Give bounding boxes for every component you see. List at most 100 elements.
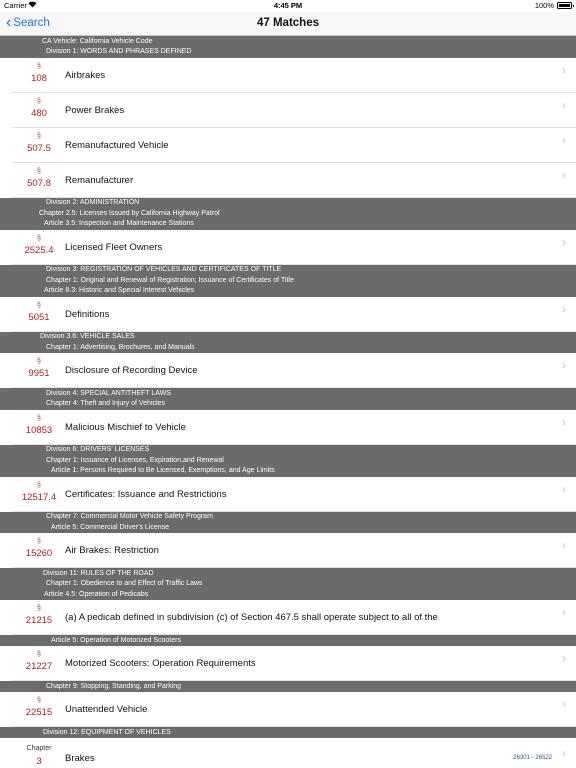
row-separator — [12, 196, 576, 198]
section-row[interactable]: § 507.5 Remanufactured Vehicle › — [0, 127, 576, 163]
section-header-line: Division 2: ADMINISTRATION — [46, 199, 140, 206]
section-header-line: CA Vehicle: California Vehicle Code — [42, 37, 153, 45]
section-header: Chapter 7: Commercial Motor Vehicle Safe… — [0, 511, 576, 533]
chapter-number: 3 — [36, 756, 42, 767]
section-title: Airbrakes — [65, 69, 106, 81]
section-header: Division 12: EQUIPMENT OF VEHICLES — [0, 727, 576, 738]
row-separator — [12, 263, 576, 265]
chapter-title: Brakes — [65, 753, 95, 764]
results-list[interactable]: CA Vehicle: California Vehicle Code Divis… — [0, 36, 576, 768]
row-separator — [12, 330, 576, 332]
section-header-line: Division 1: WORDS AND PHRASES DEFINED — [46, 48, 192, 55]
section-title: Remanufacturer — [65, 174, 134, 186]
section-header-line: Chapter 2.5: Licenses Issued by Californ… — [39, 209, 220, 217]
section-number: 10853 — [25, 424, 53, 436]
section-row[interactable]: § 108 Airbrakes › — [0, 57, 576, 93]
section-range: 26301 - 26522 — [513, 755, 552, 761]
navigation-bar: ‹ Search 47 Matches — [0, 12, 576, 36]
section-row[interactable]: § 9951 Disclosure of Recording Device › — [0, 353, 576, 388]
battery-icon — [557, 2, 574, 9]
section-number: 15260 — [25, 548, 53, 559]
section-number: 21227 — [25, 661, 53, 672]
section-row[interactable]: § 21215 (a) A pedicab defined in subdivisi… — [0, 600, 576, 635]
section-header-line: Article 5: Operation of Motorized Scoote… — [51, 636, 181, 644]
section-symbol-icon: § — [37, 651, 41, 658]
section-title: Malicious Mischief to Vehicle — [65, 421, 186, 433]
section-header-line: Division 4: SPECIAL ANTITHEFT LAWS — [46, 389, 171, 397]
row-separator — [12, 567, 576, 568]
section-header: Article 5: Operation of Motorized Scoote… — [0, 635, 576, 646]
chevron-right-icon: › — [562, 358, 566, 372]
section-header: Division 6: DRIVERS' LICENSES Chapter 1: … — [0, 444, 576, 477]
section-title: Licensed Fleet Owners — [65, 241, 163, 253]
chapter-caption: Chapter — [26, 745, 52, 752]
row-separator — [12, 680, 576, 681]
chevron-right-icon: › — [562, 538, 566, 552]
section-header-line: Division 3.6: VEHICLE SALES — [40, 333, 135, 340]
section-number: 2525.4 — [24, 244, 54, 256]
section-symbol-icon: § — [37, 167, 41, 175]
section-row[interactable]: § 21227 Motorized Scooters: Operation Requ… — [0, 646, 576, 681]
chevron-right-icon: › — [562, 62, 566, 77]
section-number: 5051 — [28, 311, 50, 323]
section-row[interactable]: § 12517.4 Certificates: Issuance and Restr… — [0, 476, 576, 512]
section-header-line: Article 1: Persons Required to Be Licens… — [51, 467, 275, 474]
section-symbol-icon: § — [37, 481, 41, 489]
section-symbol-icon: § — [37, 301, 41, 309]
section-header: CA Vehicle: California Vehicle Code Divis… — [0, 36, 576, 58]
section-symbol-icon: § — [37, 697, 41, 704]
chevron-right-icon: › — [562, 746, 566, 760]
section-header-line: Chapter 1: Advertising, Brochures, and M… — [46, 343, 195, 351]
section-symbol-icon: § — [37, 234, 41, 242]
section-symbol-icon: § — [37, 97, 41, 105]
section-number: 12517.4 — [21, 491, 57, 503]
section-symbol-icon: § — [37, 132, 41, 140]
section-header-line: Chapter 1: Issuance of Licenses, Expirat… — [46, 456, 224, 464]
section-title: Motorized Scooters: Operation Requiremen… — [65, 658, 256, 669]
section-header-line: Division 3: REGISTRATION OF VEHICLES AND… — [46, 266, 282, 273]
section-row[interactable]: § 480 Power Brakes › — [0, 92, 576, 128]
section-title: Air Brakes: Restriction — [65, 545, 159, 556]
row-separator — [12, 634, 576, 635]
section-title: Definitions — [65, 308, 110, 320]
section-row[interactable]: § 5051 Definitions › — [0, 296, 576, 332]
section-title: Disclosure of Recording Device — [65, 365, 198, 376]
section-title: Certificates: Issuance and Restrictions — [65, 488, 227, 500]
chevron-right-icon: › — [562, 132, 566, 147]
section-header: Division 4: SPECIAL ANTITHEFT LAWS Chapte… — [0, 388, 576, 410]
section-header-line: Division 6: DRIVERS' LICENSES — [46, 446, 150, 453]
section-header-line: Chapter 1: Obedience to and Effect of Tr… — [46, 580, 203, 587]
section-symbol-icon: § — [37, 414, 41, 422]
section-symbol-icon: § — [37, 605, 41, 612]
chevron-right-icon: › — [562, 651, 566, 665]
section-number: 480 — [31, 107, 47, 119]
chevron-right-icon: › — [562, 234, 566, 249]
section-row[interactable]: § 15260 Air Brakes: Restriction › — [0, 533, 576, 568]
section-row[interactable]: § 507.8 Remanufacturer › — [0, 162, 576, 198]
section-row[interactable]: § 10853 Malicious Mischief to Vehicle › — [0, 409, 576, 445]
row-separator — [12, 510, 576, 512]
section-symbol-icon: § — [37, 538, 41, 545]
section-header: Chapter 9: Stopping, Standing, and Parki… — [0, 681, 576, 692]
status-time: 4:45 PM — [273, 1, 303, 10]
chapter-row[interactable]: Chapter 3 Brakes 26301 - 26522 › — [0, 738, 576, 768]
section-header: Division 3.6: VEHICLE SALES Chapter 1: Ad… — [0, 331, 576, 353]
section-number: 21215 — [25, 615, 53, 626]
section-header-line: Division 11: RULES OF THE ROAD — [43, 569, 154, 577]
row-separator — [12, 443, 576, 445]
battery-percent: 100% — [534, 1, 554, 10]
chevron-right-icon: › — [562, 605, 566, 619]
section-header-line: Article 5: Commercial Driver's License — [51, 523, 170, 531]
section-header-line: Chapter 7: Commercial Motor Vehicle Safe… — [46, 513, 213, 520]
section-number: 108 — [31, 72, 47, 84]
page-title: 47 Matches — [256, 17, 319, 29]
section-row[interactable]: § 22515 Unattended Vehicle › — [0, 692, 576, 727]
section-header-line: Article 8.3: Historic and Special Intere… — [44, 287, 195, 294]
section-header: Division 11: RULES OF THE ROAD Chapter 1:… — [0, 568, 576, 600]
section-row[interactable]: § 2525.4 Licensed Fleet Owners › — [0, 229, 576, 265]
row-separator — [12, 387, 576, 388]
section-number: 22515 — [25, 707, 53, 718]
section-number: 507.5 — [27, 142, 51, 154]
chevron-right-icon: › — [562, 167, 566, 182]
chevron-right-icon: › — [562, 301, 566, 316]
